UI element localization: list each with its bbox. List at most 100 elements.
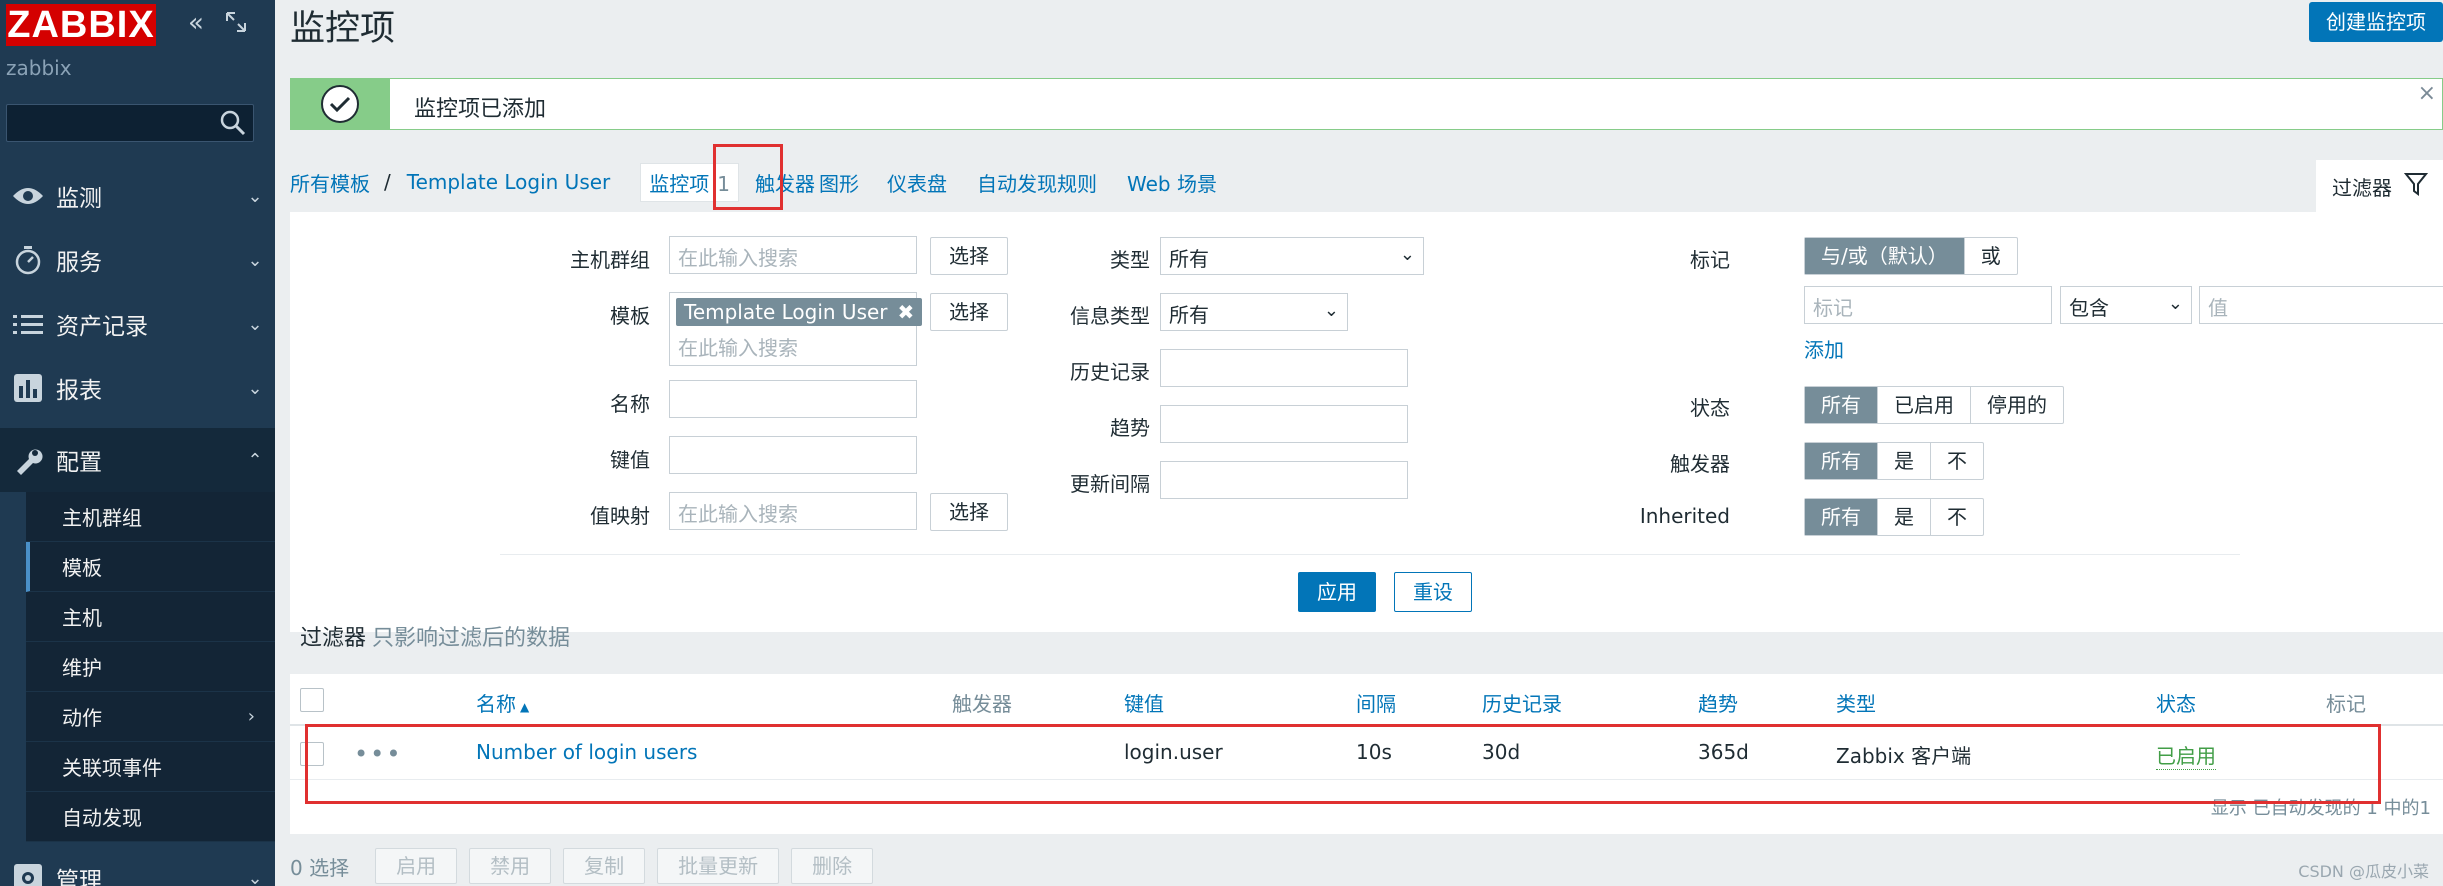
enable-button[interactable]: 启用	[375, 848, 458, 884]
success-message-text: 监控项已添加	[414, 97, 547, 122]
chevron-down-icon: ⌄	[247, 377, 263, 399]
tab-dashboards[interactable]: 仪表盘	[887, 168, 947, 197]
breadcrumb-all-templates[interactable]: 所有模板	[290, 168, 370, 197]
inherited-yes-option[interactable]: 是	[1878, 499, 1931, 535]
list-icon	[0, 312, 50, 336]
breadcrumb-template[interactable]: Template Login User	[407, 170, 611, 194]
menu-reports[interactable]: 报表 ⌄	[0, 356, 275, 420]
inherited-label: Inherited	[1639, 504, 1730, 528]
submenu-maintenance[interactable]: 维护	[26, 642, 275, 692]
watermark: CSDN @瓜皮小菜	[2298, 862, 2429, 881]
state-all-option[interactable]: 所有	[1805, 387, 1878, 423]
column-status[interactable]: 状态	[2156, 688, 2196, 717]
triggers-all-option[interactable]: 所有	[1805, 443, 1878, 479]
filter-note: 过滤器 只影响过滤后的数据	[300, 620, 570, 652]
history-input[interactable]	[1160, 349, 1408, 387]
update-interval-label: 更新间隔	[1070, 472, 1150, 496]
copy-button[interactable]: 复制	[563, 848, 646, 884]
template-select-button[interactable]: 选择	[930, 293, 1008, 331]
reset-button[interactable]: 重设	[1394, 572, 1472, 612]
tab-discovery-rules[interactable]: 自动发现规则	[977, 168, 1097, 197]
column-history[interactable]: 历史记录	[1482, 688, 1562, 717]
tag-value-input[interactable]: 值	[2199, 286, 2443, 324]
tag-add-link[interactable]: 添加	[1804, 334, 1844, 363]
state-disabled-option[interactable]: 停用的	[1971, 387, 2063, 423]
tag-name-input[interactable]: 标记	[1804, 286, 2052, 324]
host-group-input[interactable]: 在此输入搜索	[669, 236, 917, 274]
state-toggle: 所有 已启用 停用的	[1804, 386, 2064, 424]
filter-panel: 主机群组 在此输入搜索 选择 模板 Template Login User ✖ 在…	[290, 212, 2443, 632]
mass-update-button[interactable]: 批量更新	[657, 848, 780, 884]
disable-button[interactable]: 禁用	[469, 848, 552, 884]
submenu-event-correlation[interactable]: 关联项事件	[26, 742, 275, 792]
table-header: 名称 ▲ 触发器 键值 间隔 历史记录 趋势 类型 状态 标记	[290, 674, 2443, 726]
info-type-label: 信息类型	[1070, 304, 1150, 328]
collapse-sidebar-icon[interactable]: «	[182, 10, 210, 38]
menu-services[interactable]: 服务 ⌄	[0, 228, 275, 292]
column-interval[interactable]: 间隔	[1356, 688, 1396, 717]
key-input[interactable]	[669, 436, 917, 474]
triggers-no-option[interactable]: 不	[1931, 443, 1983, 479]
submenu-host-groups[interactable]: 主机群组	[26, 492, 275, 542]
chevron-down-icon: ⌄	[2167, 293, 2183, 314]
submenu-templates[interactable]: 模板	[26, 542, 275, 592]
valuemap-select-button[interactable]: 选择	[930, 493, 1008, 531]
valuemap-input[interactable]: 在此输入搜索	[669, 492, 917, 530]
trends-input[interactable]	[1160, 405, 1408, 443]
menu-configuration[interactable]: 配置 ⌃	[0, 428, 275, 492]
menu-label: 报表	[56, 378, 102, 404]
sidebar-search-input[interactable]	[6, 104, 254, 142]
submenu-actions[interactable]: 动作 ›	[26, 692, 275, 742]
filter-tab[interactable]: 过滤器	[2316, 160, 2443, 212]
column-name[interactable]: 名称 ▲	[476, 688, 529, 717]
remove-chip-icon[interactable]: ✖	[898, 300, 915, 324]
submenu-hosts[interactable]: 主机	[26, 592, 275, 642]
state-enabled-option[interactable]: 已启用	[1878, 387, 1971, 423]
host-group-label: 主机群组	[570, 248, 650, 272]
filter-note-suffix: 只影响过滤后的数据	[372, 626, 571, 651]
trends-label: 趋势	[1110, 416, 1150, 440]
zabbix-logo[interactable]: ZABBIX	[6, 4, 156, 46]
tab-items-label: 监控项	[649, 171, 710, 196]
chevron-down-icon: ⌄	[247, 249, 263, 271]
search-icon[interactable]	[219, 109, 247, 137]
type-select-value: 所有	[1169, 247, 1209, 271]
menu-administration[interactable]: 管理 ⌄	[0, 846, 275, 886]
host-group-select-button[interactable]: 选择	[930, 237, 1008, 275]
column-key[interactable]: 键值	[1124, 688, 1164, 717]
delete-button[interactable]: 删除	[791, 848, 874, 884]
column-triggers: 触发器	[952, 692, 1012, 716]
tab-web-scenarios[interactable]: Web 场景	[1127, 168, 1217, 197]
inherited-all-option[interactable]: 所有	[1805, 499, 1878, 535]
tags-and-or-option[interactable]: 与/或（默认）	[1805, 238, 1965, 274]
tags-or-option[interactable]: 或	[1965, 238, 2017, 274]
inherited-toggle: 所有 是 不	[1804, 498, 1984, 536]
name-input[interactable]	[669, 380, 917, 418]
type-label: 类型	[1110, 248, 1150, 272]
create-item-button[interactable]: 创建监控项	[2309, 2, 2443, 42]
info-type-select[interactable]: 所有 ⌄	[1160, 293, 1348, 331]
inherited-no-option[interactable]: 不	[1931, 499, 1983, 535]
chevron-down-icon: ⌄	[247, 185, 263, 207]
submenu-discovery[interactable]: 自动发现	[26, 792, 275, 842]
type-select[interactable]: 所有 ⌄	[1160, 237, 1424, 275]
menu-monitoring[interactable]: 监测 ⌄	[0, 164, 275, 228]
tag-operator-value: 包含	[2069, 296, 2109, 320]
kiosk-mode-icon[interactable]	[222, 10, 250, 38]
apply-button[interactable]: 应用	[1298, 572, 1376, 612]
success-message: 监控项已添加 ×	[290, 78, 2443, 130]
tags-label: 标记	[1690, 248, 1730, 272]
column-type[interactable]: 类型	[1836, 688, 1876, 717]
menu-inventory[interactable]: 资产记录 ⌄	[0, 292, 275, 356]
selected-count: 0 选择	[290, 855, 350, 880]
tab-graphs[interactable]: 图形	[819, 168, 859, 197]
triggers-yes-option[interactable]: 是	[1878, 443, 1931, 479]
wrench-icon	[0, 445, 50, 475]
update-interval-input[interactable]	[1160, 461, 1408, 499]
filter-note-prefix: 过滤器	[300, 626, 367, 651]
select-all-checkbox[interactable]	[300, 688, 324, 712]
column-trends[interactable]: 趋势	[1698, 688, 1738, 717]
sort-asc-icon: ▲	[520, 700, 530, 714]
tag-operator-select[interactable]: 包含 ⌄	[2060, 286, 2192, 324]
close-icon[interactable]: ×	[2418, 81, 2436, 106]
